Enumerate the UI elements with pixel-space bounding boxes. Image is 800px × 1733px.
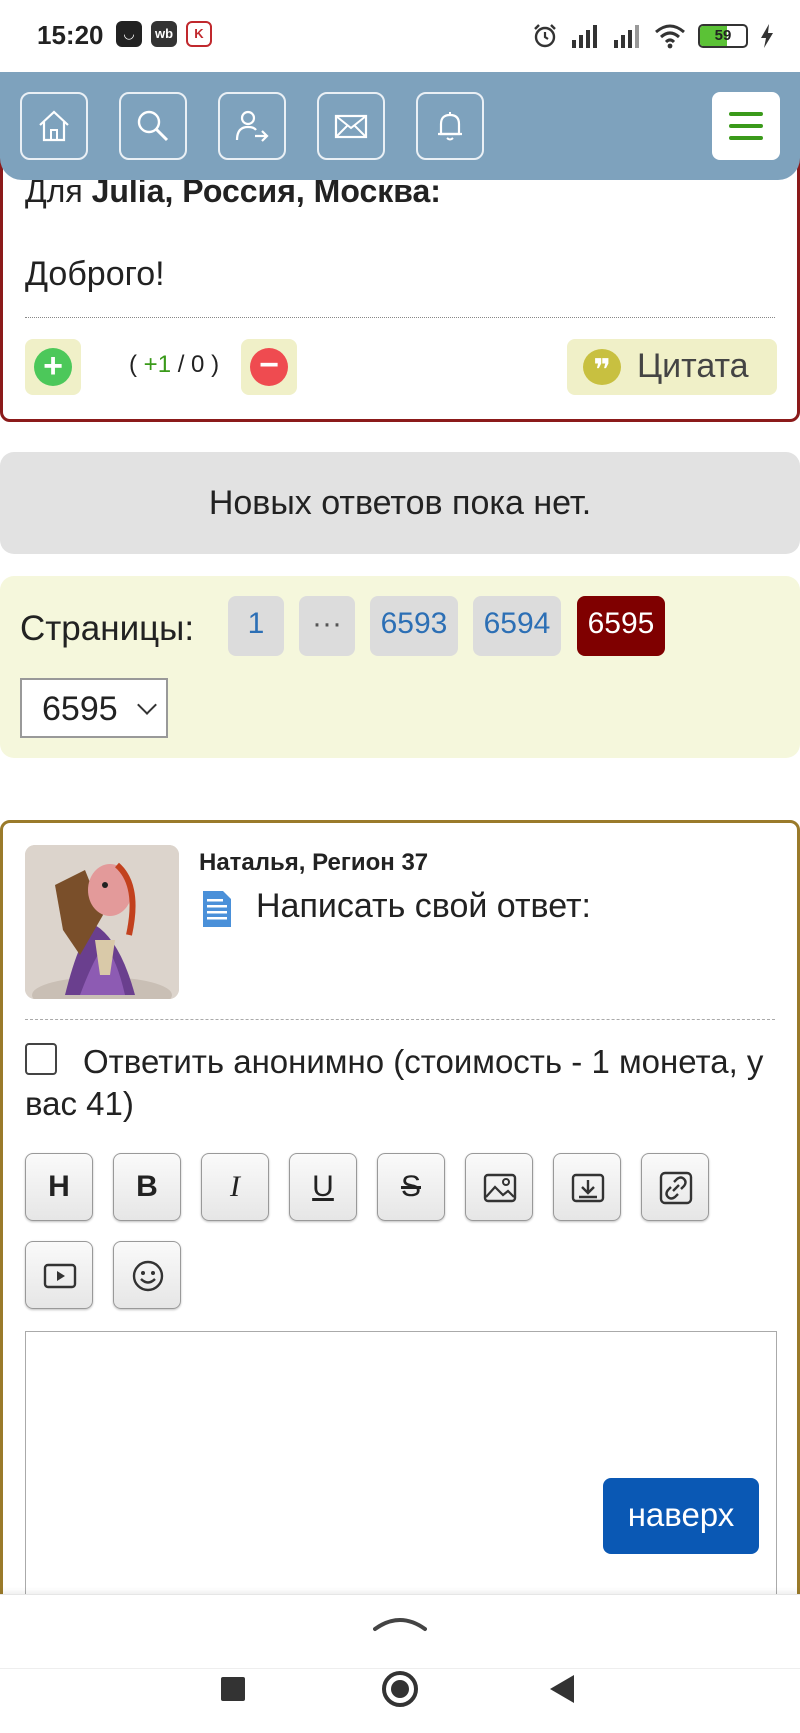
- k-app-icon: K: [186, 21, 212, 47]
- signal-icon: [572, 25, 597, 48]
- alarm-icon: [534, 24, 556, 48]
- anonymous-checkbox[interactable]: [25, 1043, 57, 1075]
- write-reply-label: Написать свой ответ:: [256, 887, 592, 925]
- image-button[interactable]: [465, 1153, 533, 1221]
- vote-open: (: [129, 351, 137, 378]
- search-icon: [137, 110, 169, 142]
- home-nav-icon[interactable]: [382, 1671, 418, 1707]
- link-button[interactable]: [641, 1153, 709, 1221]
- scroll-top-button[interactable]: наверх: [603, 1478, 759, 1554]
- post-divider: [25, 317, 775, 318]
- login-icon: [235, 110, 269, 142]
- italic-button[interactable]: I: [201, 1153, 269, 1221]
- vote-plus: +1: [143, 351, 172, 378]
- avatar[interactable]: [25, 845, 179, 999]
- vote-rest: / 0 ): [177, 351, 220, 378]
- link-icon: [659, 1171, 693, 1205]
- plus-icon: +: [34, 348, 72, 386]
- post-text: Доброго!: [25, 255, 165, 293]
- notification-app-icon: ◡: [116, 21, 142, 47]
- notifications-button[interactable]: [416, 92, 484, 160]
- no-answers-notice: Новых ответов пока нет.: [0, 452, 800, 554]
- vote-up-button[interactable]: +: [25, 339, 81, 395]
- wifi-icon: [655, 24, 685, 49]
- hamburger-menu-icon: [729, 112, 763, 116]
- quote-button[interactable]: ❞ Цитата: [567, 339, 777, 395]
- video-button[interactable]: [25, 1241, 93, 1309]
- chevron-down-icon: [137, 695, 157, 715]
- user-name: Наталья, Регион 37: [199, 849, 429, 876]
- browser-bottom-bar: [0, 1594, 800, 1668]
- back-icon[interactable]: [550, 1675, 574, 1703]
- bell-icon: [438, 112, 462, 141]
- system-nav-bar: [0, 1668, 800, 1733]
- video-icon: [43, 1263, 77, 1289]
- recents-icon[interactable]: [221, 1677, 245, 1701]
- emoji-button[interactable]: [113, 1241, 181, 1309]
- hamburger-menu-button[interactable]: [712, 92, 780, 160]
- download-icon: [571, 1173, 605, 1203]
- charging-icon: [761, 24, 773, 48]
- underline-button[interactable]: U: [289, 1153, 357, 1221]
- battery-level: 59: [714, 27, 732, 44]
- strikethrough-button[interactable]: S: [377, 1153, 445, 1221]
- hamburger-line: [729, 136, 763, 140]
- login-button[interactable]: [218, 92, 286, 160]
- status-icons: 59: [532, 20, 774, 52]
- page-link-6593[interactable]: 6593: [370, 596, 458, 656]
- page-link-6594[interactable]: 6594: [473, 596, 561, 656]
- anonymous-label: Ответить анонимно (стоимость - 1 монета,…: [25, 1043, 764, 1122]
- site-header: [0, 72, 800, 180]
- smiley-icon: [132, 1260, 164, 1292]
- page-select[interactable]: 6595: [20, 678, 168, 738]
- signal-icon-2: [614, 25, 639, 48]
- vote-count: ( +1 / 0 ): [129, 351, 219, 379]
- wb-app-icon: wb: [151, 21, 177, 47]
- pagination-label: Страницы:: [20, 609, 195, 648]
- home-icon: [39, 110, 69, 142]
- document-icon: [203, 891, 231, 927]
- bold-button[interactable]: B: [113, 1153, 181, 1221]
- page: 15:20 ◡ wb K 59 Для Julia, Россия, Москв…: [0, 0, 800, 1733]
- page-select-value: 6595: [42, 690, 118, 728]
- download-button[interactable]: [553, 1153, 621, 1221]
- quote-label: Цитата: [637, 347, 749, 385]
- home-button[interactable]: [20, 92, 88, 160]
- image-icon: [483, 1173, 517, 1203]
- mail-button[interactable]: [317, 92, 385, 160]
- mail-icon: [334, 114, 368, 139]
- vote-down-button[interactable]: −: [241, 339, 297, 395]
- chevron-up-icon[interactable]: [373, 1613, 427, 1633]
- page-link-1[interactable]: 1: [228, 596, 284, 656]
- minus-icon: −: [250, 348, 288, 386]
- pagination: Страницы: 1 ··· 6593 6594 6595 6595: [0, 576, 800, 758]
- heading-button[interactable]: H: [25, 1153, 93, 1221]
- quote-icon: ❞: [583, 349, 621, 387]
- status-time: 15:20: [37, 20, 104, 50]
- page-ellipsis: ···: [299, 596, 355, 656]
- page-current-6595: 6595: [577, 596, 665, 656]
- search-button[interactable]: [119, 92, 187, 160]
- status-bar: 15:20 ◡ wb K 59: [0, 0, 800, 72]
- hamburger-line: [729, 124, 763, 128]
- reply-divider: [25, 1019, 775, 1020]
- battery-icon: 59: [698, 24, 748, 48]
